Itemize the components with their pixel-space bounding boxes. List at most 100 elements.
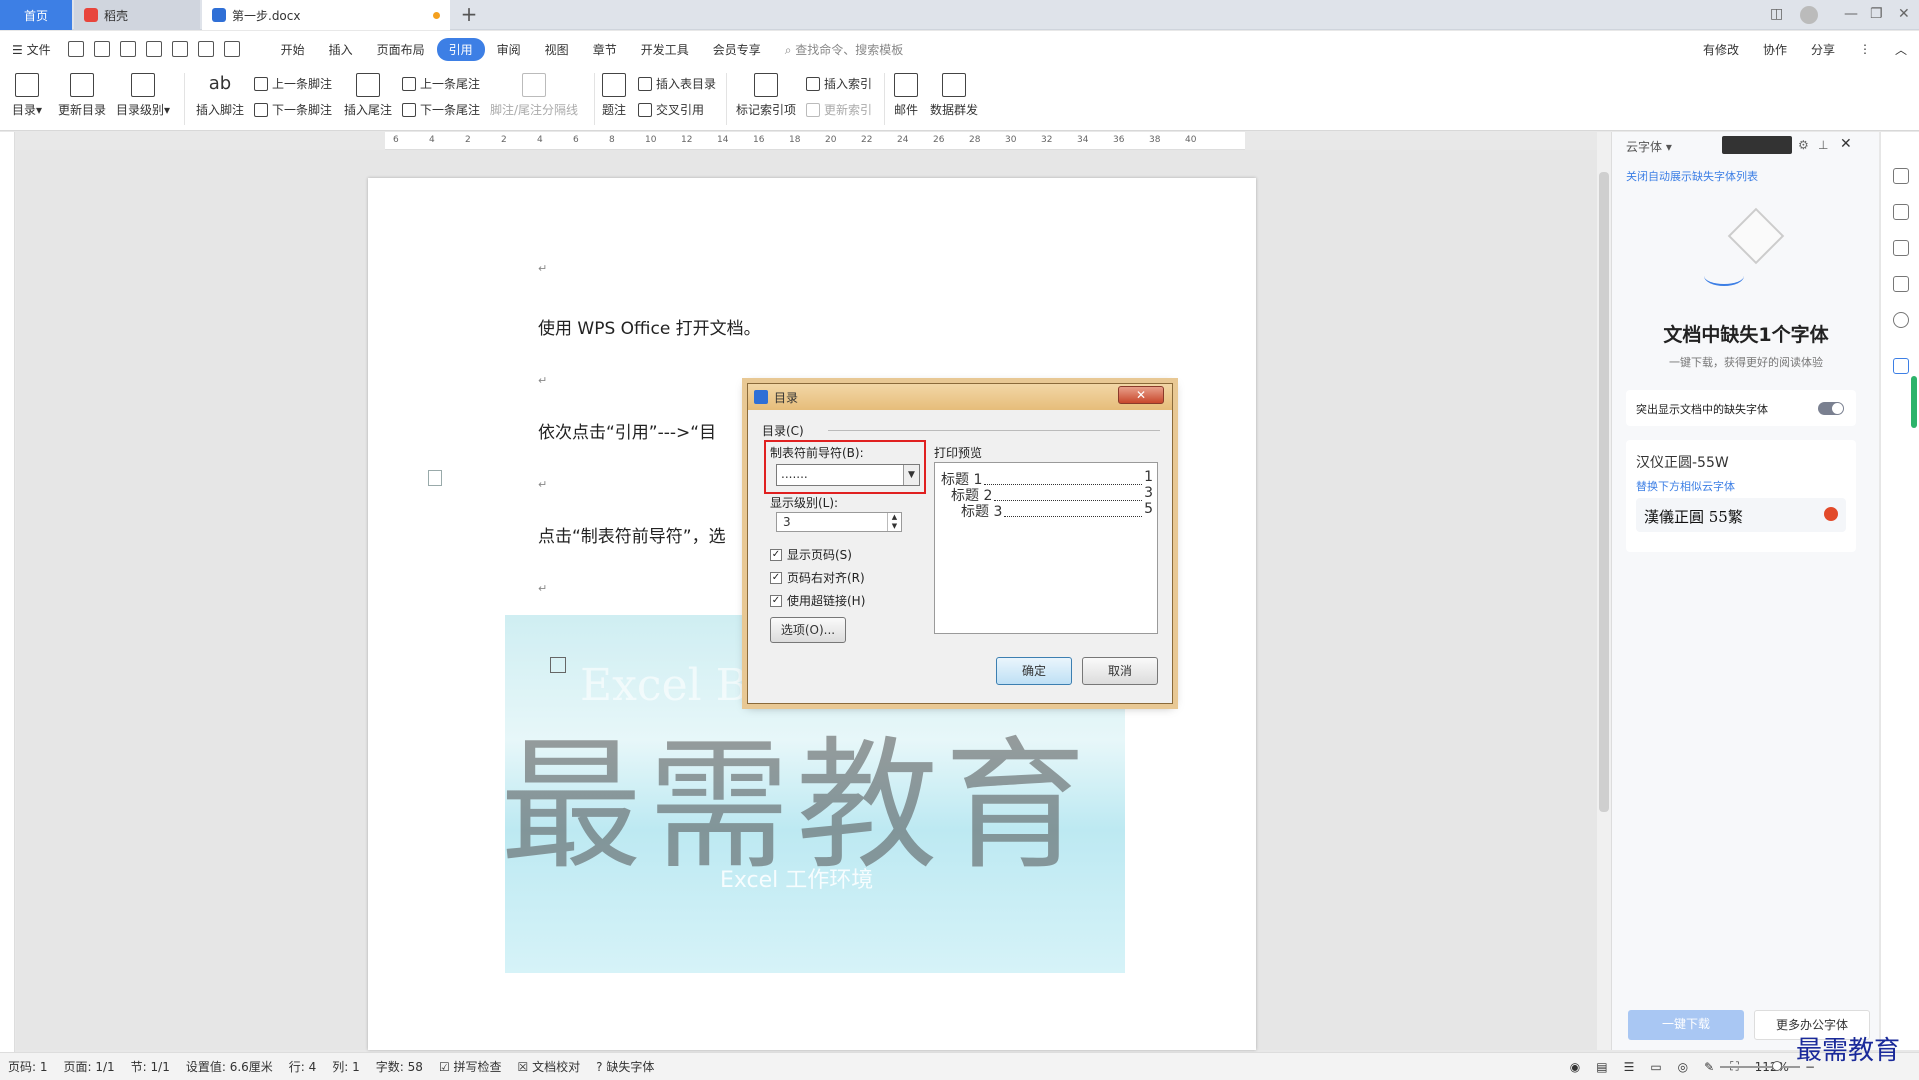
menu-review[interactable]: 审阅 (485, 41, 533, 58)
menu-member[interactable]: 会员专享 (701, 41, 773, 58)
collaborate-button[interactable]: 协作 (1751, 41, 1799, 58)
status-setting[interactable]: 设置值: 6.6厘米 (178, 1058, 281, 1075)
highlight-toggle[interactable] (1818, 402, 1844, 415)
update-toc-button[interactable]: 更新目录 (58, 73, 106, 118)
web-view-icon[interactable]: ◎ (1670, 1060, 1696, 1074)
proofread-button[interactable]: ☒ 文档校对 (510, 1058, 589, 1075)
font-icon[interactable] (1893, 358, 1909, 374)
close-window-button[interactable]: ✕ (1898, 6, 1910, 22)
menu-references[interactable]: 引用 (436, 37, 485, 61)
insert-index-button[interactable]: 插入索引 (806, 75, 872, 92)
panel-title[interactable]: 云字体 ▾ (1626, 138, 1672, 155)
paragraph-2[interactable]: 依次点击“引用”--->“目 (538, 418, 716, 443)
zoom-slider-thumb[interactable] (1772, 1061, 1782, 1071)
print-icon[interactable] (145, 41, 162, 57)
prev-footnote-button[interactable]: 上一条脚注 (254, 75, 332, 92)
cross-reference-button[interactable]: 交叉引用 (638, 101, 704, 118)
restore-button[interactable]: ❐ (1870, 6, 1883, 22)
footnote-separator-button[interactable]: 脚注/尾注分隔线 (490, 73, 578, 118)
rocket-icon[interactable] (1893, 168, 1909, 184)
status-row[interactable]: 行: 4 (281, 1058, 325, 1075)
menu-page-layout[interactable]: 页面布局 (365, 41, 437, 58)
menu-start[interactable]: 开始 (269, 41, 317, 58)
paragraph-1[interactable]: 使用 WPS Office 打开文档。 (538, 314, 761, 339)
dialog-titlebar[interactable]: 目录 ✕ (748, 384, 1172, 410)
command-search[interactable]: ⌕ 查找命令、搜索模板 (773, 41, 916, 58)
toc-level-button[interactable]: 目录级别▾ (116, 73, 170, 118)
collapse-ribbon-icon[interactable]: ︿ (1883, 41, 1919, 58)
status-section[interactable]: 节: 1/1 (123, 1058, 178, 1075)
insert-footnote-button[interactable]: ab 插入脚注 (196, 73, 244, 118)
horizontal-ruler[interactable]: 6 4 2 2 4 6 8 10 12 14 16 18 20 22 24 26 28 30 32 34 36 38 40 (385, 132, 1245, 150)
vertical-scrollbar[interactable] (1597, 132, 1611, 1050)
pin-icon[interactable]: ⊥ (1818, 138, 1828, 152)
paste-options-icon[interactable] (428, 470, 442, 486)
mail-merge-button[interactable]: 数据群发 (930, 73, 978, 118)
next-footnote-button[interactable]: 下一条脚注 (254, 101, 332, 118)
download-all-button[interactable]: 一键下载 (1628, 1010, 1744, 1040)
ok-button[interactable]: 确定 (996, 657, 1072, 685)
close-auto-list-link[interactable]: 关闭自动展示缺失字体列表 (1626, 168, 1758, 184)
help-icon[interactable] (1893, 312, 1909, 328)
cloud-font-option[interactable]: 漢儀正圓 55繁 (1636, 498, 1846, 532)
caption-button[interactable]: 题注 (602, 73, 626, 118)
dialog-close-button[interactable]: ✕ (1118, 386, 1164, 404)
page-view-icon[interactable]: ▤ (1588, 1060, 1615, 1074)
cancel-button[interactable]: 取消 (1082, 657, 1158, 685)
status-words[interactable]: 字数: 58 (368, 1058, 431, 1075)
spell-check-button[interactable]: ☑ 拼写检查 (431, 1058, 510, 1075)
sliders-icon[interactable] (1893, 276, 1909, 292)
avatar[interactable] (1800, 6, 1818, 24)
share-button[interactable]: 分享 (1799, 41, 1847, 58)
tab-shell[interactable]: 稻壳 (74, 0, 200, 30)
paragraph-3[interactable]: 点击“制表符前导符”，选 (538, 522, 726, 547)
menu-developer[interactable]: 开发工具 (629, 41, 701, 58)
save-icon[interactable] (93, 41, 110, 57)
edit-icon[interactable] (1893, 204, 1909, 220)
level-stepper[interactable]: 3 ▲ ▼ (776, 512, 902, 532)
paste-icon[interactable] (550, 657, 566, 673)
right-align-checkbox[interactable]: ✓ 页码右对齐(R) (770, 569, 865, 586)
new-icon[interactable] (67, 41, 84, 57)
more-icon[interactable]: ⋮ (1847, 42, 1883, 56)
tab-home[interactable]: 首页 (0, 0, 72, 30)
status-page[interactable]: 页码: 1 (0, 1058, 56, 1075)
print-preview-icon[interactable] (171, 41, 188, 57)
show-page-number-checkbox[interactable]: ✓ 显示页码(S) (770, 546, 852, 563)
update-index-button[interactable]: 更新索引 (806, 101, 872, 118)
status-col[interactable]: 列: 1 (324, 1058, 368, 1075)
chevron-down-icon[interactable]: ▼ (903, 465, 919, 485)
insert-endnote-button[interactable]: 插入尾注 (344, 73, 392, 118)
vertical-ruler[interactable] (0, 132, 15, 1052)
hyperlink-checkbox[interactable]: ✓ 使用超链接(H) (770, 592, 865, 609)
ime-toolbar[interactable] (1722, 136, 1792, 154)
minimize-button[interactable]: — (1844, 6, 1858, 22)
reading-view-icon[interactable]: ▭ (1642, 1060, 1669, 1074)
pen-icon[interactable]: ✎ (1696, 1060, 1722, 1074)
settings-icon[interactable]: ⚙ (1798, 138, 1809, 152)
leader-select[interactable]: ....... ▼ (776, 464, 920, 486)
eye-icon[interactable]: ◉ (1562, 1060, 1588, 1074)
panel-scroll-indicator[interactable] (1911, 376, 1917, 428)
spinner-arrows-icon[interactable]: ▲ ▼ (887, 513, 901, 531)
file-menu[interactable]: ☰ 文件 (0, 41, 63, 58)
missing-font-button[interactable]: ? 缺失字体 (588, 1058, 662, 1075)
changes-button[interactable]: 有修改 (1691, 41, 1751, 58)
tab-document[interactable]: 第一步.docx (202, 0, 450, 30)
menu-view[interactable]: 视图 (533, 41, 581, 58)
cursor-icon[interactable] (1893, 240, 1909, 256)
layout-icon[interactable]: ◫ (1770, 6, 1783, 22)
menu-insert[interactable]: 插入 (317, 41, 365, 58)
toc-button[interactable]: 目录▾ (12, 73, 42, 118)
zoom-slider[interactable] (1720, 1061, 1800, 1071)
outline-view-icon[interactable]: ☰ (1616, 1060, 1643, 1074)
menu-chapter[interactable]: 章节 (581, 41, 629, 58)
insert-table-of-figures-button[interactable]: 插入表目录 (638, 75, 716, 92)
panel-close-icon[interactable]: ✕ (1840, 136, 1852, 152)
undo-icon[interactable] (197, 41, 214, 57)
scrollbar-thumb[interactable] (1599, 172, 1609, 812)
mail-button[interactable]: 邮件 (894, 73, 918, 118)
redo-icon[interactable] (223, 41, 240, 57)
options-button[interactable]: 选项(O)... (770, 617, 846, 643)
mark-index-button[interactable]: 标记索引项 (736, 73, 796, 118)
